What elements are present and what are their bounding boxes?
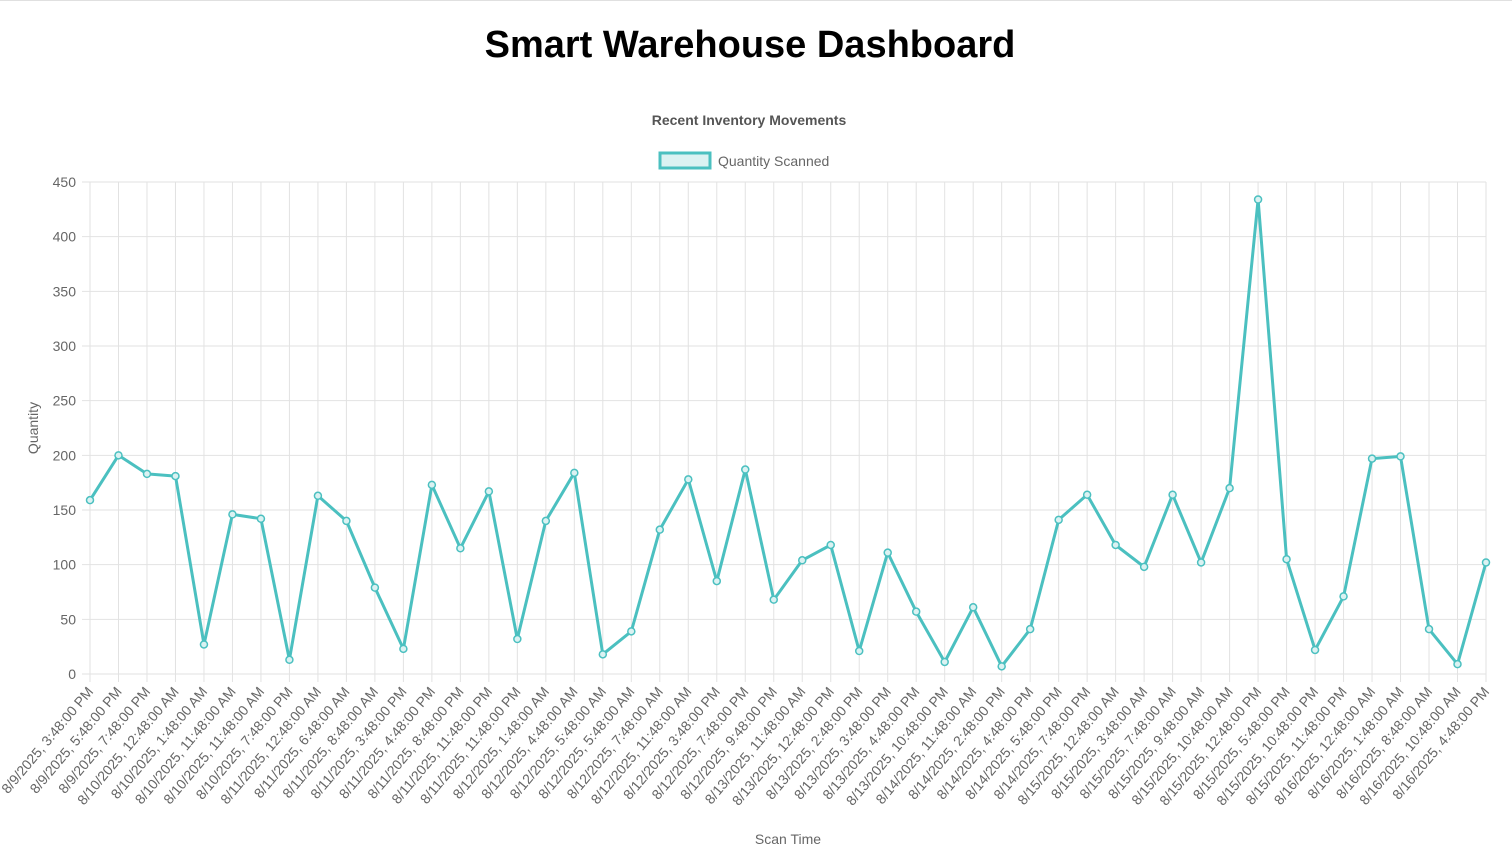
data-point[interactable] bbox=[1111, 540, 1120, 550]
data-point[interactable] bbox=[484, 487, 494, 496]
y-tick-label: 200 bbox=[53, 447, 77, 463]
data-point[interactable] bbox=[655, 525, 665, 534]
data-point[interactable] bbox=[769, 595, 779, 604]
data-point[interactable] bbox=[911, 607, 921, 616]
data-point[interactable] bbox=[342, 516, 351, 526]
data-point[interactable] bbox=[171, 471, 180, 481]
data-point[interactable] bbox=[712, 576, 722, 586]
data-points bbox=[85, 195, 1491, 671]
y-axis-ticks: 0 50 100 150 200 250 300 350 400 450 bbox=[53, 174, 77, 682]
data-point[interactable] bbox=[399, 644, 408, 654]
x-axis-title: Scan Time bbox=[755, 831, 821, 847]
data-point[interactable] bbox=[1367, 454, 1377, 463]
data-point[interactable] bbox=[1253, 195, 1263, 204]
data-point[interactable] bbox=[940, 657, 949, 667]
y-axis-title: Quantity bbox=[25, 402, 41, 454]
data-point[interactable] bbox=[1339, 592, 1348, 601]
y-tick-label: 250 bbox=[53, 393, 77, 409]
x-axis-ticks: 8/9/2025, 3:48:00 PM8/9/2025, 5:48:00 PM… bbox=[0, 684, 1492, 809]
data-point[interactable] bbox=[1310, 645, 1320, 655]
data-point[interactable] bbox=[228, 510, 237, 519]
data-point[interactable] bbox=[1424, 624, 1434, 634]
data-point[interactable] bbox=[1082, 490, 1092, 499]
data-point[interactable] bbox=[427, 480, 437, 490]
data-point[interactable] bbox=[1225, 483, 1234, 493]
data-point[interactable] bbox=[627, 627, 636, 636]
data-point[interactable] bbox=[256, 514, 266, 523]
data-point[interactable] bbox=[285, 655, 294, 665]
y-tick-label: 150 bbox=[53, 502, 77, 518]
y-tick-label: 300 bbox=[53, 338, 77, 354]
y-tick-label: 50 bbox=[60, 611, 76, 627]
data-point[interactable] bbox=[598, 650, 608, 659]
y-tick-label: 350 bbox=[53, 283, 77, 299]
data-point[interactable] bbox=[85, 495, 95, 505]
series-line-quantity-scanned bbox=[88, 198, 1488, 668]
data-point[interactable] bbox=[1453, 659, 1462, 669]
data-point[interactable] bbox=[114, 451, 123, 460]
legend-label[interactable]: Quantity Scanned bbox=[718, 153, 829, 169]
legend-swatch[interactable] bbox=[658, 151, 712, 170]
data-point[interactable] bbox=[1025, 624, 1035, 634]
data-point[interactable] bbox=[1196, 558, 1206, 567]
data-point[interactable] bbox=[1481, 558, 1491, 567]
data-point[interactable] bbox=[1139, 562, 1149, 572]
data-point[interactable] bbox=[513, 634, 522, 644]
y-tick-label: 400 bbox=[53, 229, 77, 245]
data-point[interactable] bbox=[854, 646, 864, 656]
y-tick-label: 0 bbox=[68, 666, 76, 682]
data-point[interactable] bbox=[684, 475, 693, 484]
data-point[interactable] bbox=[370, 583, 380, 592]
data-point[interactable] bbox=[826, 540, 835, 550]
data-point[interactable] bbox=[1168, 490, 1177, 499]
data-point[interactable] bbox=[456, 544, 465, 553]
y-tick-label: 100 bbox=[53, 557, 77, 573]
data-point[interactable] bbox=[1054, 515, 1063, 525]
data-point[interactable] bbox=[883, 548, 892, 557]
data-point[interactable] bbox=[1282, 554, 1291, 564]
data-point[interactable] bbox=[968, 603, 978, 612]
chart-title: Recent Inventory Movements bbox=[652, 112, 847, 128]
data-point[interactable] bbox=[797, 556, 807, 565]
data-point[interactable] bbox=[313, 491, 323, 501]
data-point[interactable] bbox=[997, 662, 1006, 671]
data-point[interactable] bbox=[142, 469, 152, 479]
y-tick-label: 450 bbox=[53, 174, 77, 190]
data-point[interactable] bbox=[199, 640, 209, 649]
line-chart: Recent Inventory Movements Quantity Scan… bbox=[0, 112, 1492, 847]
data-point[interactable] bbox=[1396, 452, 1405, 461]
data-point[interactable] bbox=[741, 465, 750, 474]
data-point[interactable] bbox=[570, 468, 579, 478]
legend[interactable]: Quantity Scanned bbox=[658, 151, 829, 170]
data-point[interactable] bbox=[541, 516, 551, 526]
